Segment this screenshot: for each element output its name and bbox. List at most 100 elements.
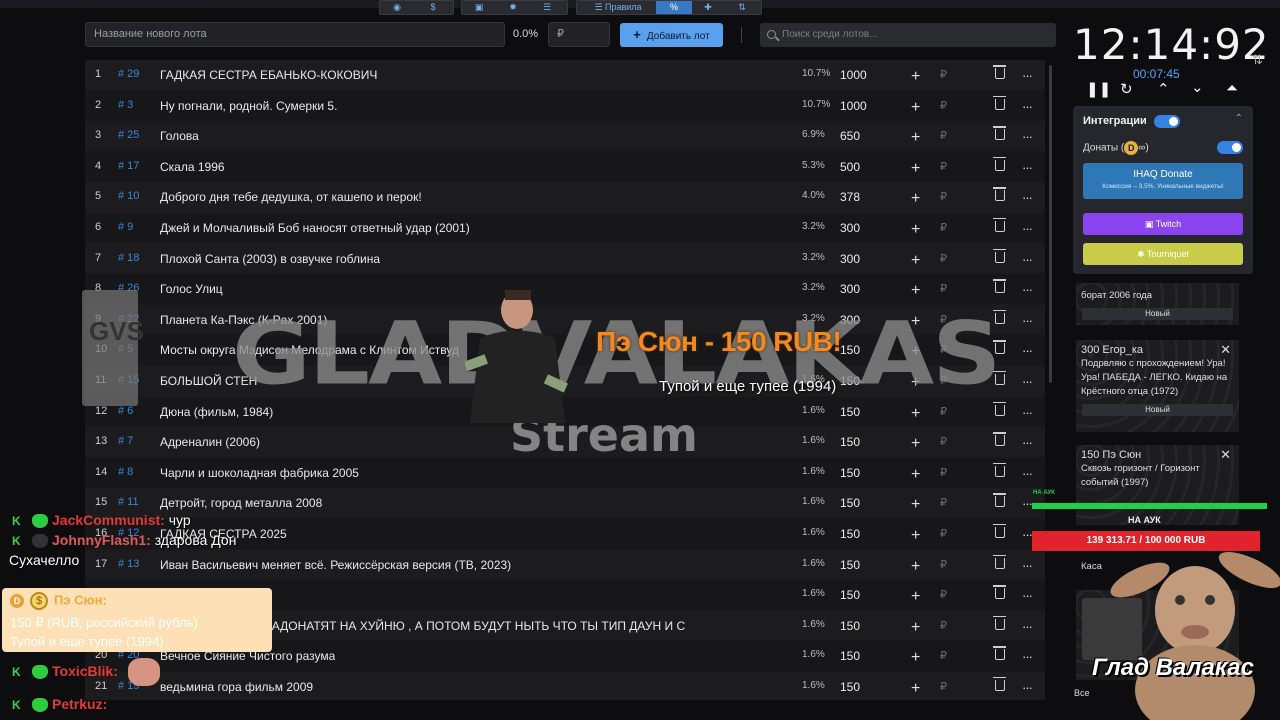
plus-icon[interactable]: +	[911, 435, 920, 453]
more-icon[interactable]: ···	[1022, 68, 1033, 83]
lot-amount[interactable]: 150	[840, 558, 860, 572]
lot-amount[interactable]: 150	[840, 466, 860, 480]
lot-amount[interactable]: 150	[840, 343, 860, 357]
donation-status-select[interactable]: Новый	[1082, 308, 1233, 320]
lot-id[interactable]: # 8	[118, 466, 133, 478]
more-icon[interactable]: ···	[1022, 343, 1033, 358]
trash-icon[interactable]	[993, 462, 1006, 477]
trash-icon[interactable]	[993, 615, 1006, 630]
search-lots-input[interactable]: Поиск среди лотов...	[760, 23, 1056, 47]
lot-name[interactable]: Ну погнали, родной. Сумерки 5.	[160, 99, 337, 113]
rules-button[interactable]: ☰ Правила	[587, 1, 649, 14]
plus-icon[interactable]: +	[911, 99, 920, 117]
more-icon[interactable]: ···	[1022, 619, 1033, 634]
ruble-input[interactable]: ₽	[940, 252, 947, 265]
more-icon[interactable]: ···	[1022, 649, 1033, 664]
ruble-input[interactable]: ₽	[940, 649, 947, 662]
ruble-input[interactable]: ₽	[940, 496, 947, 509]
lot-row[interactable]: 13 # 7 Адреналин (2006) 1.6% 150 + ₽ ···	[85, 427, 1045, 458]
more-icon[interactable]: ···	[1022, 374, 1033, 389]
reset-icon[interactable]: ↻	[1120, 80, 1133, 98]
lot-amount[interactable]: 300	[840, 282, 860, 296]
lot-id[interactable]: # 7	[118, 435, 133, 447]
ruble-input[interactable]: ₽	[940, 129, 947, 142]
trash-icon[interactable]	[993, 493, 1006, 508]
split-icon[interactable]: ✚	[701, 1, 715, 14]
plus-icon[interactable]: +	[911, 374, 920, 392]
trash-icon[interactable]	[993, 309, 1006, 324]
more-icon[interactable]: ···	[1022, 435, 1033, 450]
lot-amount[interactable]: 150	[840, 496, 860, 510]
ruble-input[interactable]: ₽	[940, 558, 947, 571]
lot-amount[interactable]: 150	[840, 527, 860, 541]
plus-icon[interactable]: +	[911, 588, 920, 606]
ruble-input[interactable]: ₽	[940, 374, 947, 387]
tourniquet-button[interactable]: ✱ Tourniquet	[1083, 243, 1243, 265]
trash-icon[interactable]	[993, 126, 1006, 141]
plus-icon[interactable]: +	[911, 190, 920, 208]
lots-scrollbar[interactable]	[1049, 65, 1052, 383]
lot-row[interactable]: 7 # 18 Плохой Санта (2003) в озвучке гобли…	[85, 243, 1045, 275]
trash-icon[interactable]	[993, 187, 1006, 202]
donaty-toggle[interactable]	[1217, 141, 1243, 154]
trash-icon[interactable]	[993, 65, 1006, 79]
list-icon[interactable]: ☰	[540, 1, 554, 14]
ruble-input[interactable]: ₽	[940, 221, 947, 234]
lot-amount[interactable]: 150	[840, 588, 860, 602]
lot-amount[interactable]: 1000	[840, 68, 867, 82]
lot-amount[interactable]: 150	[840, 619, 860, 633]
more-icon[interactable]: ···	[1022, 680, 1033, 695]
plus-icon[interactable]: +	[911, 405, 920, 423]
trash-icon[interactable]	[993, 401, 1006, 416]
more-icon[interactable]: ···	[1022, 466, 1033, 481]
lot-name[interactable]: ГАДКАЯ СЕСТРА ЕБАНЬКО-КОКОВИЧ	[160, 68, 377, 82]
ruble-input[interactable]: ₽	[940, 588, 947, 601]
more-icon[interactable]: ···	[1022, 99, 1033, 114]
lot-name[interactable]: Скала 1996	[160, 160, 225, 174]
lot-row[interactable]: 5 # 10 Доброго дня тебе дедушка, от кашепо…	[85, 182, 1045, 213]
ruble-input[interactable]: ₽	[940, 619, 947, 632]
add-lot-button[interactable]: + Добавить лот	[620, 23, 723, 47]
lot-name[interactable]: БОЛЬШОЙ СТЕН	[160, 374, 257, 388]
lot-name[interactable]: Чарли и шоколадная фабрика 2005	[160, 466, 359, 480]
lot-row[interactable]: 1 # 29 ГАДКАЯ СЕСТРА ЕБАНЬКО-КОКОВИЧ 10.7% 1…	[85, 60, 1045, 91]
chevron-up-icon[interactable]: ⌃	[1235, 113, 1243, 124]
settings-icon[interactable]: ✹	[506, 1, 520, 14]
plus-icon[interactable]: +	[911, 68, 920, 86]
lot-id[interactable]: # 26	[118, 282, 139, 294]
lot-amount[interactable]: 150	[840, 680, 860, 694]
ruble-input[interactable]: ₽	[940, 343, 947, 356]
ruble-input[interactable]: ₽	[940, 435, 947, 448]
more-icon[interactable]: ···	[1022, 527, 1033, 542]
pause-icon[interactable]: ❚❚	[1086, 80, 1111, 98]
plus-icon[interactable]: +	[911, 558, 920, 576]
ruble-input[interactable]: ₽	[940, 313, 947, 326]
ruble-input[interactable]: ₽	[940, 282, 947, 295]
plus-icon[interactable]: +	[911, 129, 920, 147]
new-lot-price-input[interactable]: ₽	[548, 22, 610, 47]
trash-icon[interactable]	[993, 523, 1006, 538]
plus-icon[interactable]: +	[911, 282, 920, 300]
lot-amount[interactable]: 150	[840, 649, 860, 663]
plus-icon[interactable]: +	[911, 527, 920, 545]
more-icon[interactable]: ···	[1022, 160, 1033, 175]
percent-mode-button[interactable]: %	[656, 1, 692, 14]
plus-icon[interactable]: +	[911, 619, 920, 637]
lot-amount[interactable]: 150	[840, 435, 860, 449]
more-icon[interactable]: ···	[1022, 252, 1033, 267]
lot-row[interactable]: 3 # 25 Голова 6.9% 650 + ₽ ···	[85, 121, 1045, 152]
lot-id[interactable]: # 29	[118, 68, 139, 80]
trash-icon[interactable]	[993, 676, 1006, 691]
lot-id[interactable]: # 25	[118, 129, 139, 141]
lot-id[interactable]: # 11	[118, 496, 139, 508]
more-icon[interactable]: ···	[1022, 496, 1033, 511]
lot-name[interactable]: Голова	[160, 129, 199, 143]
lot-name[interactable]: Доброго дня тебе дедушка, от кашепо и пе…	[160, 190, 422, 204]
sort-icon[interactable]: ⇅	[735, 1, 749, 14]
swap-icon[interactable]: ⇅	[1252, 52, 1263, 68]
lot-name[interactable]: Плохой Санта (2003) в озвучке гоблина	[160, 252, 380, 266]
lot-amount[interactable]: 378	[840, 190, 860, 204]
donation-status-select[interactable]: Новый	[1082, 404, 1233, 416]
plus-icon[interactable]: +	[911, 160, 920, 178]
more-icon[interactable]: ···	[1022, 313, 1033, 328]
